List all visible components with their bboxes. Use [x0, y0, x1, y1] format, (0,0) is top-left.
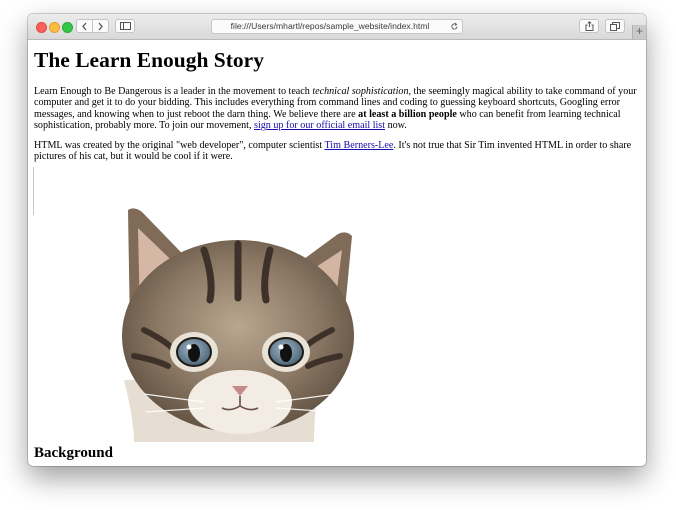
page-title: The Learn Enough Story	[34, 48, 264, 72]
reload-icon[interactable]	[450, 22, 459, 31]
close-window-button[interactable]	[36, 22, 47, 33]
forward-button[interactable]	[92, 19, 109, 33]
intro-paragraph: Learn Enough to Be Dangerous is a leader…	[34, 86, 637, 132]
zoom-window-button[interactable]	[62, 22, 73, 33]
tabs-icon	[610, 21, 620, 31]
url-text: file:///Users/mhartl/repos/sample_websit…	[230, 21, 430, 31]
share-button[interactable]	[579, 19, 599, 33]
sidebar-button[interactable]	[115, 19, 135, 33]
sidebar-icon	[119, 22, 131, 30]
navigation-buttons	[76, 19, 110, 33]
page-content: The Learn Enough Story Learn Enough to B…	[28, 40, 646, 466]
browser-window: file:///Users/mhartl/repos/sample_websit…	[28, 14, 646, 466]
email-list-link[interactable]: sign up for our official email list	[254, 120, 385, 131]
forward-icon	[98, 22, 103, 30]
minimize-window-button[interactable]	[49, 22, 60, 33]
tim-berners-lee-link[interactable]: Tim Berners-Lee	[325, 140, 394, 151]
share-icon	[585, 21, 593, 31]
emphasis-text: technical sophistication	[312, 86, 409, 97]
browser-toolbar: file:///Users/mhartl/repos/sample_websit…	[28, 14, 646, 40]
new-tab-button[interactable]: +	[632, 25, 646, 39]
background-heading: Background	[34, 445, 113, 461]
kitten-image	[122, 208, 354, 442]
html-history-paragraph: HTML was created by the original "web de…	[34, 140, 632, 163]
tabs-overview-button[interactable]	[605, 19, 625, 33]
bold-text: at least a billion people	[358, 108, 457, 120]
back-icon	[82, 22, 87, 30]
address-bar[interactable]: file:///Users/mhartl/repos/sample_websit…	[211, 19, 463, 34]
back-button[interactable]	[76, 19, 93, 33]
